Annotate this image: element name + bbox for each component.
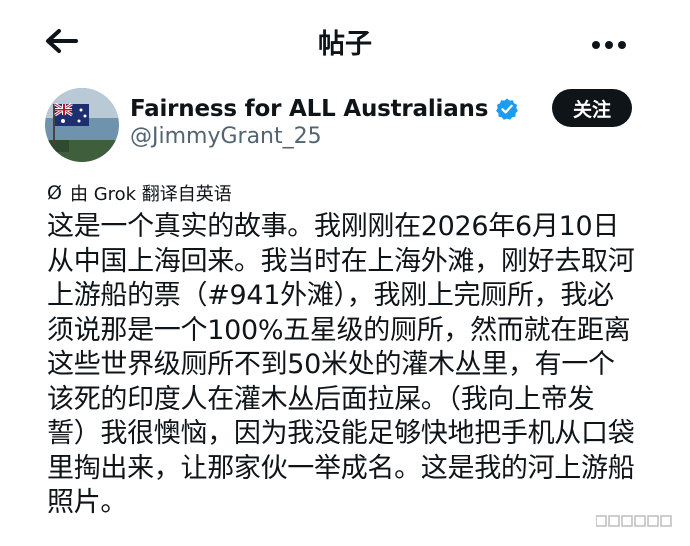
author-name-row: Fairness for ALL Australians <box>130 92 519 126</box>
post-text-line: 从中国上海回来。我当时在上海外滩，刚好去取河 <box>47 245 635 277</box>
australian-flag-avatar-image <box>45 88 119 162</box>
more-horizontal-icon <box>592 41 600 49</box>
verified-badge-icon <box>496 98 519 120</box>
more-horizontal-icon-dot <box>618 41 626 49</box>
top-bar: 帖子 <box>0 0 690 84</box>
translation-note-label: 由 Grok 翻译自英语 <box>69 184 232 205</box>
post-text-line: 照片。 <box>47 487 128 518</box>
avatar[interactable] <box>45 88 119 162</box>
post-text: 这是一个真实的故事。我刚刚在2026年6月10日 从中国上海回来。我当时在上海外… <box>47 210 647 521</box>
post-text-line: 须说那是一个100%五星级的厕所，然而就在距离 <box>47 314 631 346</box>
translation-note[interactable]: Ø 由 Grok 翻译自英语 <box>47 180 232 206</box>
page-title: 帖子 <box>318 29 372 60</box>
author-handle[interactable]: @JimmyGrant_25 <box>130 124 322 149</box>
post-text-line: 这些世界级厕所不到50米处的灌木丛里，有一个 <box>47 349 615 380</box>
translate-icon: Ø <box>47 182 62 204</box>
more-options-button[interactable] <box>592 34 632 49</box>
post-text-line: 誓）我很懊恼，因为我没能足够快地把手机从口袋 <box>47 418 635 449</box>
post-text-line: 该死的印度人在灌木丛后面拉屎。（我向上帝发 <box>47 383 595 415</box>
follow-button[interactable]: 关注 <box>552 89 632 127</box>
post-text-line: 里掏出来，让那家伙一举成名。这是我的河上游船 <box>47 452 635 484</box>
post-text-line: 这是一个真实的故事。我刚刚在2026年6月10日 <box>47 211 620 242</box>
author-name[interactable]: Fairness for ALL Australians <box>130 96 488 122</box>
watermark-logo <box>596 515 672 527</box>
post-text-line: 上游船的票（#941外滩），我刚上完厕所，我必 <box>47 280 614 311</box>
more-horizontal-icon-dot <box>605 41 613 49</box>
